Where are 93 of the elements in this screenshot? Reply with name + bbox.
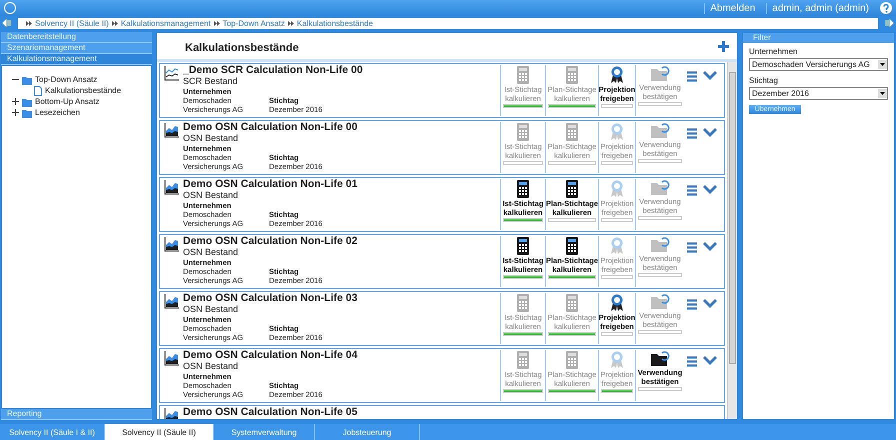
chevron-down-icon	[703, 185, 717, 194]
award-ribbon-icon	[610, 123, 624, 141]
logout-link[interactable]: Abmelden	[704, 2, 760, 14]
chevron-down-icon	[703, 71, 717, 80]
calculator-icon	[517, 351, 529, 369]
folder-icon	[650, 123, 670, 139]
accordion-header[interactable]: Szenariomanagement	[1, 43, 152, 54]
chevron-down-icon	[703, 242, 717, 251]
card-subtitle: OSN Bestand	[183, 361, 240, 371]
card-title: Demo OSN Calculation Non-Life 05	[183, 407, 358, 418]
module-tab[interactable]: Systemverwaltung	[214, 424, 315, 440]
chevron-right-icon	[26, 20, 32, 26]
calculator-icon	[517, 294, 529, 312]
calculator-icon	[517, 237, 529, 255]
panel-title: Filter	[743, 33, 894, 43]
award-ribbon-icon	[610, 237, 624, 255]
tree-item[interactable]: Top-Down Ansatz	[35, 75, 98, 84]
breadcrumb-link[interactable]: Kalkulationsbestände	[296, 18, 373, 28]
calculator-icon	[566, 180, 578, 198]
tree-item[interactable]: Kalkulationsbestände	[45, 86, 122, 95]
accordion-header[interactable]: Reporting	[1, 409, 152, 420]
award-ribbon-icon	[610, 66, 624, 84]
menu-icon	[687, 128, 697, 139]
card-subtitle: OSN Bestand	[183, 133, 240, 143]
tree-item[interactable]: Bottom-Up Ansatz	[35, 97, 100, 106]
card-title: Demo OSN Calculation Non-Life 04	[183, 350, 358, 361]
menu-icon	[687, 242, 697, 253]
folder-icon	[650, 66, 670, 82]
accordion-header[interactable]: Kalkulationsmanagement	[1, 54, 152, 65]
logo-icon	[4, 2, 16, 14]
line-chart-icon	[164, 65, 180, 81]
award-ribbon-icon	[610, 351, 624, 369]
dropdown-arrow-icon	[878, 89, 887, 98]
folder-icon	[650, 351, 670, 367]
user-name[interactable]: admin, admin (admin)	[766, 2, 874, 14]
menu-icon	[687, 299, 697, 310]
menu-icon	[687, 71, 697, 82]
calculator-icon	[517, 66, 529, 84]
expand-icon[interactable]	[12, 98, 19, 105]
help-icon[interactable]	[880, 2, 892, 14]
card-subtitle: SCR Bestand	[183, 76, 239, 86]
card-title: Demo OSN Calculation Non-Life 01	[183, 179, 358, 190]
calculator-icon	[566, 294, 578, 312]
dropdown-arrow-icon	[878, 60, 887, 69]
card-subtitle: OSN Bestand	[183, 304, 240, 314]
area-chart-icon	[164, 350, 180, 366]
card-title: Demo OSN Calculation Non-Life 00	[183, 122, 358, 133]
card-title: Demo OSN Calculation Non-Life 03	[183, 293, 358, 304]
area-chart-icon	[164, 293, 180, 309]
breadcrumb-link[interactable]: Kalkulationsmanagement	[120, 18, 211, 28]
menu-icon	[687, 185, 697, 196]
chevron-down-icon	[703, 356, 717, 365]
module-tab[interactable]: Solvency II (Säule II)	[105, 424, 214, 440]
breadcrumb-link[interactable]: Solvency II (Säule II)	[35, 18, 109, 28]
award-ribbon-icon	[610, 180, 624, 198]
area-chart-icon	[164, 179, 180, 195]
area-chart-icon	[164, 236, 180, 252]
award-ribbon-icon	[610, 294, 624, 312]
add-icon[interactable]	[718, 40, 729, 52]
calculator-icon	[566, 351, 578, 369]
calculator-icon	[566, 123, 578, 141]
field-label: Unternehmen	[749, 47, 798, 56]
chevron-down-icon	[703, 299, 717, 308]
chevron-down-icon	[703, 128, 717, 137]
scrollbar[interactable]	[727, 62, 737, 419]
dropdown[interactable]: Demoschaden Versicherungs AG	[749, 58, 888, 71]
calculator-icon	[566, 237, 578, 255]
chevron-right-icon	[288, 20, 294, 26]
field-label: Stichtag	[749, 76, 779, 85]
menu-icon	[687, 356, 697, 367]
folder-icon	[22, 74, 32, 84]
folder-icon	[650, 294, 670, 310]
calculator-icon	[517, 180, 529, 198]
page-title: Kalkulationsbestände	[185, 42, 299, 54]
calculator-icon	[517, 123, 529, 141]
card-subtitle: OSN Bestand	[183, 190, 240, 200]
accordion-header[interactable]: Datenbereitstellung	[1, 32, 152, 43]
chevron-right-icon	[214, 20, 220, 26]
document-icon	[34, 86, 42, 96]
calculator-icon	[566, 66, 578, 84]
tree-item[interactable]: Lesezeichen	[35, 108, 80, 117]
module-tab[interactable]: Jobsteuerung	[315, 424, 420, 440]
card-subtitle: OSN Bestand	[183, 247, 240, 257]
card-title: Demo OSN Calculation Non-Life 02	[183, 236, 358, 247]
breadcrumb-link[interactable]: Top-Down Ansatz	[222, 18, 285, 28]
collapse-icon[interactable]	[12, 76, 19, 83]
folder-icon	[650, 180, 670, 196]
dropdown[interactable]: Dezember 2016	[749, 87, 888, 100]
chevron-right-icon	[112, 20, 118, 26]
folder-icon	[650, 237, 670, 253]
expand-icon[interactable]	[12, 109, 19, 116]
card-title: _Demo SCR Calculation Non-Life 00	[183, 65, 363, 76]
area-chart-icon	[164, 122, 180, 138]
